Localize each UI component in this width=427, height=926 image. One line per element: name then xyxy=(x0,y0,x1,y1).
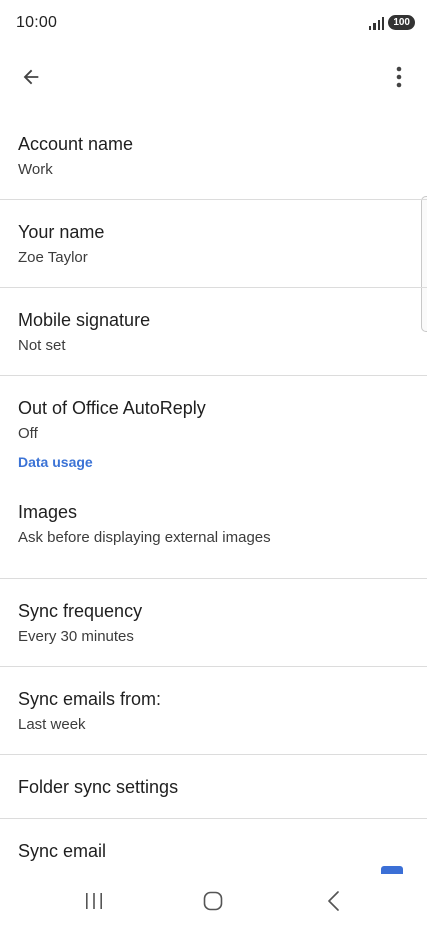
setting-title: Sync email xyxy=(18,841,107,861)
nav-back-button[interactable] xyxy=(318,888,348,914)
setting-mobile-signature[interactable]: Mobile signature Not set xyxy=(0,288,427,376)
arrow-left-icon xyxy=(23,69,39,85)
setting-out-of-office[interactable]: Out of Office AutoReply Off xyxy=(0,376,427,452)
setting-value: Every 30 minutes xyxy=(18,628,134,645)
setting-value: Ask before displaying external images xyxy=(18,529,271,546)
setting-value: Not set xyxy=(18,337,66,354)
setting-title: Images xyxy=(18,502,78,522)
system-nav-bar xyxy=(0,874,427,926)
setting-title: Sync frequency xyxy=(18,601,143,621)
settings-list: Account name Work Your name Zoe Taylor M… xyxy=(0,112,427,861)
settings-screen: 10:00 100 Account name Work Your name Zo… xyxy=(0,0,427,926)
setting-value: Zoe Taylor xyxy=(18,249,88,266)
setting-images[interactable]: Images Ask before displaying external im… xyxy=(0,488,427,579)
status-time: 10:00 xyxy=(16,14,58,31)
recents-button[interactable] xyxy=(78,890,110,912)
setting-title: Out of Office AutoReply xyxy=(18,398,206,418)
setting-title: Account name xyxy=(18,134,134,154)
setting-title: Your name xyxy=(18,222,105,242)
setting-sync-frequency[interactable]: Sync frequency Every 30 minutes xyxy=(0,579,427,667)
setting-folder-sync[interactable]: Folder sync settings xyxy=(0,755,427,819)
setting-title: Folder sync settings xyxy=(18,777,179,797)
status-bar: 10:00 100 xyxy=(0,0,427,48)
section-header-data-usage: Data usage xyxy=(18,454,93,470)
setting-value: Off xyxy=(18,425,38,442)
battery-icon: 100 xyxy=(388,15,415,30)
setting-sync-email[interactable]: Sync email xyxy=(0,819,427,861)
home-button[interactable] xyxy=(198,888,228,914)
setting-value: Work xyxy=(18,161,53,178)
setting-your-name[interactable]: Your name Zoe Taylor xyxy=(0,200,427,288)
sync-email-toggle[interactable] xyxy=(381,866,403,874)
setting-account-name[interactable]: Account name Work xyxy=(0,112,427,200)
setting-value: Last week xyxy=(18,716,86,733)
app-bar xyxy=(0,48,427,104)
setting-title: Mobile signature xyxy=(18,310,151,330)
back-button[interactable] xyxy=(14,60,48,94)
setting-title: Sync emails from: xyxy=(18,689,162,709)
more-vertical-icon xyxy=(396,66,402,88)
setting-sync-emails-from[interactable]: Sync emails from: Last week xyxy=(0,667,427,755)
signal-icon xyxy=(368,16,385,30)
nav-back-icon xyxy=(328,891,339,911)
status-indicators: 100 xyxy=(368,15,415,30)
recents-icon xyxy=(86,893,102,909)
home-icon xyxy=(203,891,223,911)
more-options-button[interactable] xyxy=(385,60,413,94)
